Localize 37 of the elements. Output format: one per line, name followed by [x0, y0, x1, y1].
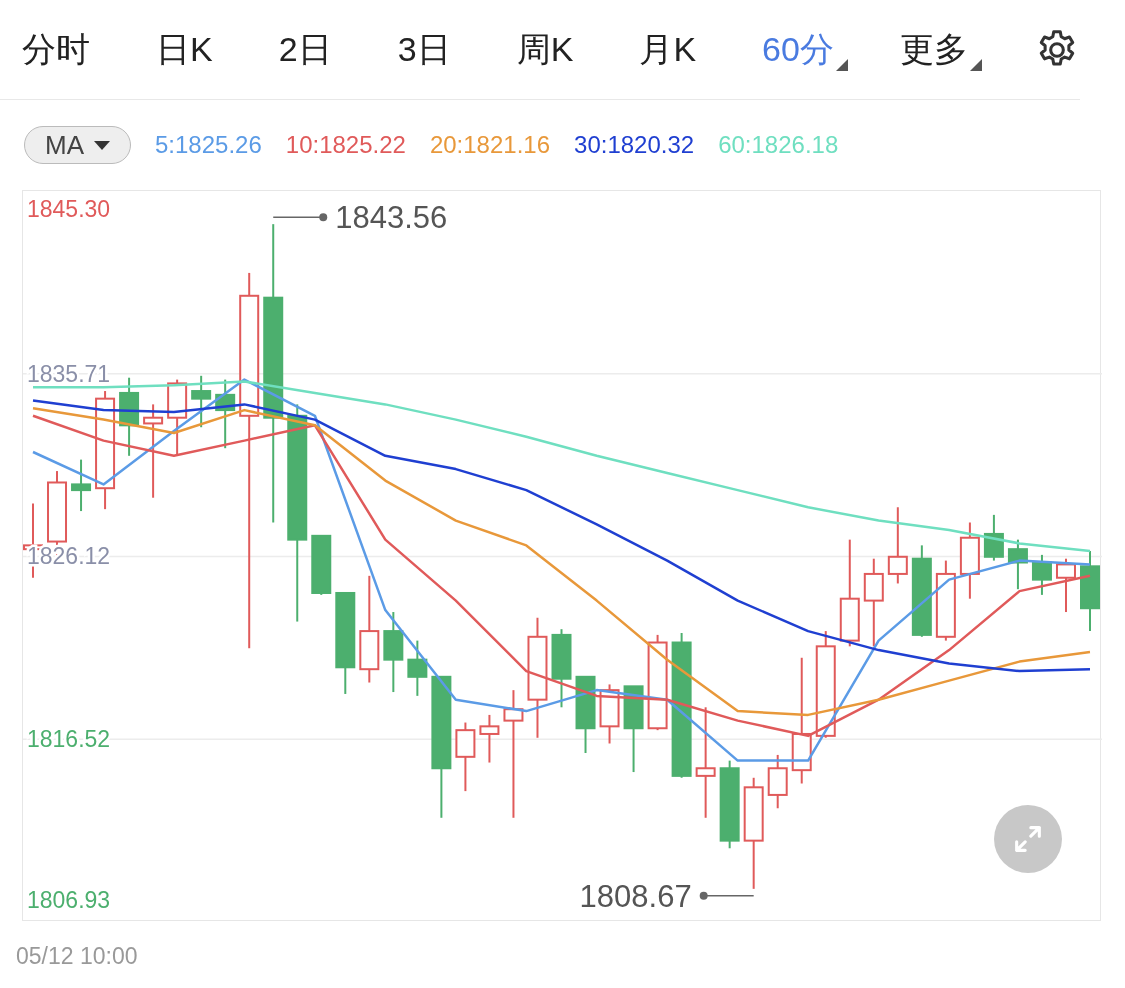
time-axis-label: 05/12 10:00: [16, 943, 138, 969]
candlestick: [479, 713, 500, 764]
candlestick: [455, 721, 476, 793]
axis-tick-label: 1806.93: [27, 887, 111, 913]
period-tab[interactable]: 分时: [22, 24, 104, 75]
candlestick: [599, 683, 620, 745]
period-tab[interactable]: 60分: [762, 24, 848, 75]
indicator-dropdown[interactable]: MA: [24, 126, 131, 164]
moving-average-value: 5:1825.26: [155, 130, 262, 160]
candlestick: [311, 534, 332, 596]
caret-icon: [94, 140, 110, 150]
candlestick: [1056, 557, 1076, 614]
candlestick: [983, 513, 1004, 562]
candlestick: [407, 639, 428, 697]
candlestick: [1007, 538, 1028, 591]
moving-average-value: 20:1821.16: [429, 130, 551, 160]
period-tab[interactable]: 3日: [397, 24, 465, 75]
moving-average-value: 10:1825.22: [285, 130, 406, 160]
leader-line: [699, 891, 755, 900]
low-price-label: 1808.67: [579, 878, 692, 914]
axis-tick-label: 1816.52: [27, 726, 111, 753]
period-tab[interactable]: 周K: [516, 24, 588, 75]
period-tab[interactable]: 日K: [156, 24, 227, 75]
candlestick: [71, 458, 92, 513]
leader-line: [272, 213, 328, 222]
axis-tick-label: 1835.71: [27, 360, 111, 387]
candlestick: [767, 753, 788, 810]
candlestick: [215, 378, 236, 450]
candlestick: [1031, 553, 1052, 596]
axis-tick-label: 1845.30: [27, 196, 111, 222]
period-tab[interactable]: 月K: [639, 24, 711, 75]
moving-average-value: 60:1826.18: [718, 130, 839, 160]
period-tab[interactable]: 2日: [278, 24, 346, 75]
moving-average-value: 30:1820.32: [574, 130, 695, 160]
high-price-label: 1843.56: [335, 200, 448, 236]
candlestick: [191, 374, 212, 429]
period-tab[interactable]: 更多: [899, 24, 982, 75]
